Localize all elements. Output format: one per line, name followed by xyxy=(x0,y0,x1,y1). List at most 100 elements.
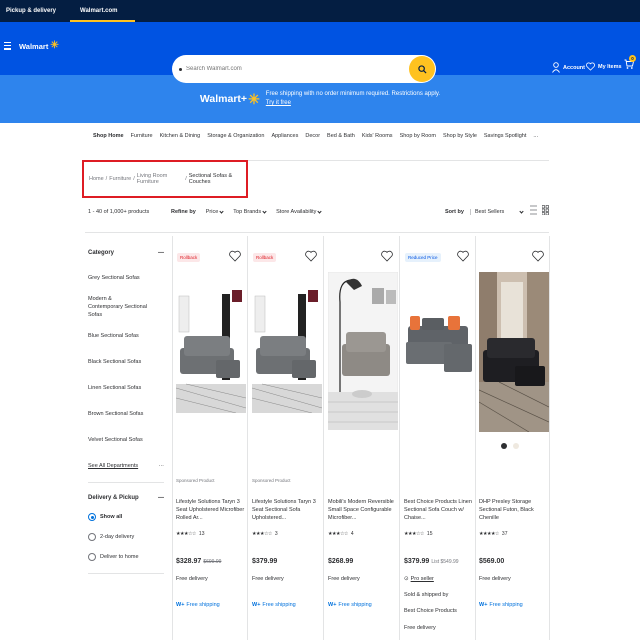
category-title: Category xyxy=(88,250,115,256)
product-image[interactable] xyxy=(252,288,322,413)
seller-name[interactable]: Best Choice Products xyxy=(404,608,457,614)
wplus-icon: W+ xyxy=(479,602,488,608)
category-nav-item[interactable]: Shop Home xyxy=(93,133,124,139)
price: $379.99 xyxy=(252,558,277,565)
menu-icon[interactable] xyxy=(4,42,11,52)
shipping-text: Free delivery xyxy=(328,576,360,582)
search-dot-icon xyxy=(179,67,182,71)
product-title[interactable]: DHP Presley Storage Sectional Futon, Bla… xyxy=(479,498,549,522)
sidebar-item-brown[interactable]: Brown Sectional Sofas xyxy=(88,410,164,418)
heart-icon[interactable] xyxy=(305,250,317,262)
tab-pickup-delivery[interactable]: Pickup & delivery xyxy=(6,0,56,22)
breadcrumb: Home / Furniture / Living Room Furniture / … xyxy=(82,160,248,198)
product-card[interactable]: Mobili's Modern Reversible Small Space C… xyxy=(324,236,399,640)
carousel-dot[interactable] xyxy=(513,443,519,449)
cart-button[interactable]: 0 xyxy=(624,55,636,72)
category-nav: Shop Home Furniture Kitchen & Dining Storag… xyxy=(93,133,538,139)
category-nav-item[interactable]: Kids' Rooms xyxy=(362,133,393,139)
chevron-down-icon xyxy=(262,209,267,214)
wplus-text: Free shipping xyxy=(186,602,220,608)
more-icon[interactable]: ··· xyxy=(159,462,165,470)
category-nav-item[interactable]: Shop by Style xyxy=(443,133,477,139)
review-count: 15 xyxy=(426,531,433,537)
radio-deliver-home[interactable]: Deliver to home xyxy=(88,553,164,561)
category-nav-item[interactable]: Kitchen & Dining xyxy=(160,133,201,139)
pro-seller-label[interactable]: Pro seller xyxy=(411,576,434,582)
category-nav-item[interactable]: ... xyxy=(533,133,538,139)
grid-view-icon[interactable] xyxy=(542,205,549,215)
search-button[interactable] xyxy=(409,56,435,82)
product-card[interactable]: DHP Presley Storage Sectional Futon, Bla… xyxy=(475,236,550,640)
product-image[interactable] xyxy=(404,276,474,426)
search-input[interactable] xyxy=(186,66,406,72)
radio-label: Show all xyxy=(100,514,123,520)
current-price: $328.97 xyxy=(176,558,202,565)
review-count: 3 xyxy=(274,531,278,537)
carousel-dot-active[interactable] xyxy=(501,443,507,449)
product-card[interactable]: Rollback Sponsored Product Lifestyle Sol… xyxy=(172,236,247,640)
sidebar-item-linen[interactable]: Linen Sectional Sofas xyxy=(88,384,164,392)
delivery-header[interactable]: Delivery & Pickup — xyxy=(88,495,164,501)
product-title[interactable]: Best Choice Products Linen Sectional Sof… xyxy=(404,498,474,522)
category-nav-item[interactable]: Furniture xyxy=(131,133,153,139)
heart-icon[interactable] xyxy=(381,250,393,262)
sidebar-item-grey[interactable]: Grey Sectional Sofas xyxy=(88,274,164,282)
current-price: $569.00 xyxy=(479,558,505,565)
price: $569.00 xyxy=(479,558,504,565)
product-title[interactable]: Lifestyle Solutions Taryn 3 Seat Upholst… xyxy=(176,498,246,522)
list-view-icon[interactable] xyxy=(530,205,537,215)
sidebar-item-black[interactable]: Black Sectional Sofas xyxy=(88,358,164,366)
sort-select[interactable]: Best Sellers xyxy=(469,209,524,215)
radio-2-day[interactable]: 2-day delivery xyxy=(88,533,164,541)
review-count: 13 xyxy=(198,531,205,537)
product-image[interactable] xyxy=(479,272,549,432)
radio-icon xyxy=(88,533,96,541)
pro-seller-badge: ⊙ Pro seller xyxy=(404,576,434,582)
filter-top-brands[interactable]: Top Brands xyxy=(233,209,267,215)
current-price: $379.99 xyxy=(252,558,278,565)
product-image[interactable] xyxy=(176,288,246,413)
filter-store-availability[interactable]: Store Availability xyxy=(276,209,323,215)
breadcrumb-home[interactable]: Home xyxy=(89,176,104,182)
category-nav-item[interactable]: Decor xyxy=(305,133,320,139)
try-free-link[interactable]: Try it free xyxy=(266,100,291,106)
rating: ★★★☆☆ 15 xyxy=(404,531,432,537)
see-all-departments-link[interactable]: See All Departments xyxy=(88,462,138,470)
category-nav-item[interactable]: Bed & Bath xyxy=(327,133,355,139)
heart-icon[interactable] xyxy=(532,250,544,262)
sidebar-item-velvet[interactable]: Velvet Sectional Sofas xyxy=(88,436,164,444)
sidebar-item-blue[interactable]: Blue Sectional Sofas xyxy=(88,332,164,340)
walmart-plus-shipping: W+ Free shipping xyxy=(328,602,372,608)
category-header[interactable]: Category — xyxy=(88,250,164,256)
category-nav-item[interactable]: Shop by Room xyxy=(400,133,436,139)
product-title[interactable]: Mobili's Modern Reversible Small Space C… xyxy=(328,498,398,522)
star-icons: ★★★★☆ xyxy=(479,531,499,537)
product-title[interactable]: Lifestyle Solutions Taryn 3 Seat Section… xyxy=(252,498,322,522)
product-card[interactable]: Rollback Sponsored Product Lifestyle Sol… xyxy=(248,236,323,640)
category-nav-item[interactable]: Appliances xyxy=(271,133,298,139)
tab-walmart-com[interactable]: Walmart.com xyxy=(69,0,137,22)
my-items-link[interactable]: My Items xyxy=(586,62,622,71)
filter-price[interactable]: Price xyxy=(206,209,224,215)
sold-by-text: Sold & shipped by xyxy=(404,592,449,598)
logo-text: Walmart xyxy=(19,41,49,51)
account-link[interactable]: Account xyxy=(552,62,585,73)
product-card[interactable]: Reduced Price Best Choice Products Linen… xyxy=(400,236,475,640)
breadcrumb-furniture[interactable]: Furniture xyxy=(109,176,131,182)
star-icons: ★★★☆☆ xyxy=(252,531,272,537)
radio-show-all[interactable]: Show all xyxy=(88,513,164,521)
chevron-down-icon xyxy=(219,209,224,214)
category-nav-item[interactable]: Storage & Organization xyxy=(207,133,264,139)
heart-icon[interactable] xyxy=(457,250,469,262)
walmart-logo[interactable]: Walmart ✳ xyxy=(19,41,59,51)
category-nav-item[interactable]: Savings Spotlight xyxy=(484,133,527,139)
heart-icon[interactable] xyxy=(229,250,241,262)
current-price: $379.99 xyxy=(404,558,430,565)
sidebar-item-modern[interactable]: Modern & Contemporary Sectional Sofas xyxy=(88,295,148,319)
walmart-plus-text: Walmart+ xyxy=(199,93,248,105)
image-carousel-dots[interactable] xyxy=(501,443,519,449)
product-image[interactable] xyxy=(328,272,398,430)
account-icon xyxy=(552,62,560,73)
breadcrumb-living-room[interactable]: Living Room Furniture xyxy=(137,173,183,185)
review-count: 4 xyxy=(350,531,354,537)
